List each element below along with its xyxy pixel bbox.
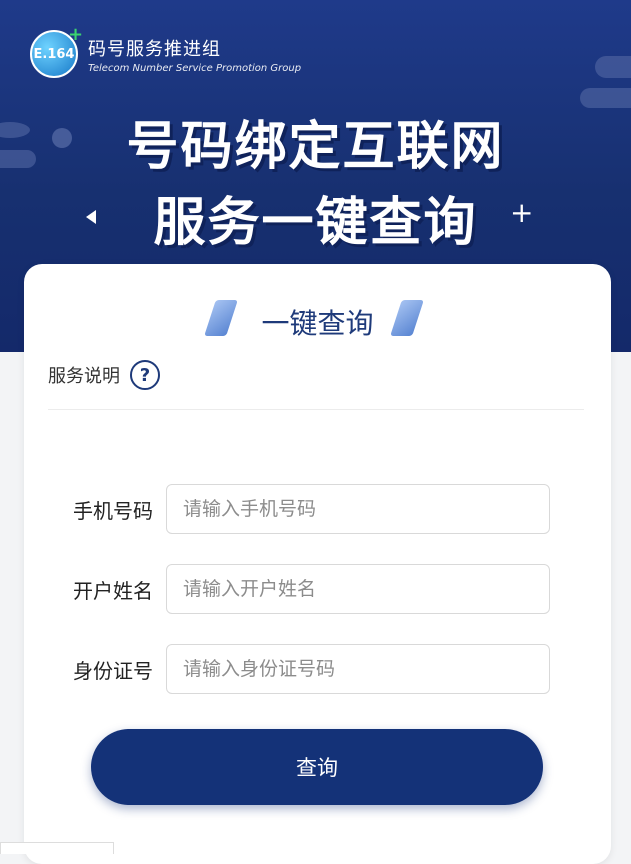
logo: E.164 + 码号服务推进组 Telecom Number Service P… xyxy=(30,24,302,78)
plus-icon: + xyxy=(68,24,84,45)
divider xyxy=(48,409,584,410)
name-label: 开户姓名 xyxy=(73,578,153,603)
phone-input[interactable] xyxy=(166,484,550,534)
id-field-row: 身份证号 xyxy=(24,644,550,694)
query-card: 一键查询 服务说明 ? 手机号码 开户姓名 身份证号 查询 xyxy=(24,264,611,864)
headline-line1: 号码绑定互联网 xyxy=(126,117,505,177)
question-circle-icon[interactable]: ? xyxy=(130,360,160,390)
id-number-label: 身份证号 xyxy=(73,658,153,683)
e164-logo-icon: E.164 + xyxy=(30,24,83,78)
org-name-cn: 码号服务推进组 xyxy=(88,38,221,60)
org-name-en: Telecom Number Service Promotion Group xyxy=(88,62,302,74)
triangle-decoration-icon xyxy=(86,210,96,224)
phone-field-row: 手机号码 xyxy=(24,484,550,534)
query-button[interactable]: 查询 xyxy=(91,729,543,805)
plus-decoration-icon: + xyxy=(510,196,534,229)
cloud-decoration xyxy=(595,56,631,78)
name-field-row: 开户姓名 xyxy=(24,564,550,614)
card-title: 一键查询 xyxy=(261,307,374,340)
bottom-left-fragment xyxy=(0,842,114,854)
service-description[interactable]: 服务说明 ? xyxy=(48,360,160,390)
id-number-input[interactable] xyxy=(166,644,550,694)
name-input[interactable] xyxy=(166,564,550,614)
service-description-label: 服务说明 xyxy=(48,366,120,387)
phone-label: 手机号码 xyxy=(73,498,153,523)
